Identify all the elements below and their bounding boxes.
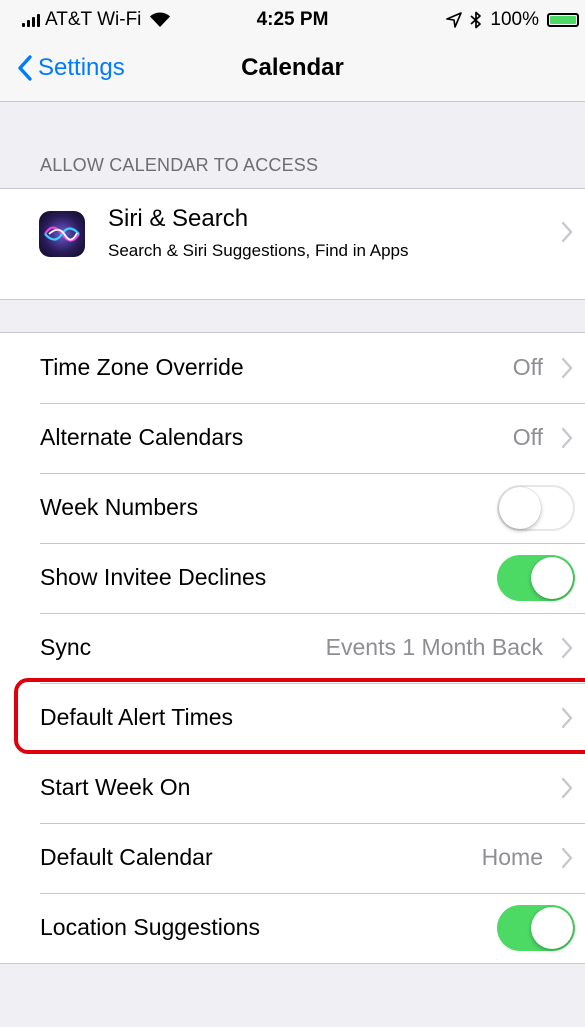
siri-search-title: Siri & Search bbox=[108, 205, 249, 232]
row-label: Default Alert Times bbox=[40, 704, 234, 730]
toggle-knob bbox=[531, 557, 573, 599]
week-numbers-row: Week Numbers bbox=[0, 473, 585, 543]
battery-icon bbox=[547, 13, 579, 27]
row-value: Home bbox=[481, 844, 543, 870]
row-label: Location Suggestions bbox=[40, 914, 260, 940]
location-suggestions-row: Location Suggestions bbox=[0, 893, 585, 963]
bluetooth-icon bbox=[470, 11, 482, 29]
row-label: Default Calendar bbox=[40, 844, 213, 870]
battery-percent: 100% bbox=[490, 9, 539, 30]
location-icon bbox=[446, 12, 463, 28]
chevron-right-icon bbox=[561, 221, 573, 243]
row-label: Week Numbers bbox=[40, 494, 199, 520]
toggle-knob bbox=[531, 907, 573, 949]
toggle-knob bbox=[499, 487, 541, 529]
access-group: Siri & Search Search & Siri Suggestions,… bbox=[0, 188, 585, 300]
time-zone-override-row[interactable]: Time Zone Override Off bbox=[0, 333, 585, 403]
start-week-on-row[interactable]: Start Week On bbox=[0, 753, 585, 823]
row-label: Show Invitee Declines bbox=[40, 564, 267, 590]
siri-search-subtitle: Search & Siri Suggestions, Find in Apps bbox=[108, 241, 409, 260]
siri-search-row[interactable]: Siri & Search Search & Siri Suggestions,… bbox=[0, 189, 585, 299]
chevron-right-icon bbox=[561, 707, 573, 729]
row-value: Off bbox=[512, 424, 543, 450]
row-label: Time Zone Override bbox=[40, 354, 244, 380]
navigation-bar: Settings Calendar bbox=[0, 40, 585, 102]
location-suggestions-toggle[interactable] bbox=[497, 905, 575, 951]
chevron-right-icon bbox=[561, 847, 573, 869]
chevron-right-icon bbox=[561, 777, 573, 799]
siri-icon bbox=[39, 211, 85, 257]
row-label: Sync bbox=[40, 634, 92, 660]
status-bar: AT&T Wi-Fi 4:25 PM 100% bbox=[0, 0, 585, 40]
battery-fill bbox=[550, 16, 576, 24]
week-numbers-toggle[interactable] bbox=[497, 485, 575, 531]
chevron-right-icon bbox=[561, 357, 573, 379]
page-title: Calendar bbox=[241, 54, 344, 81]
sync-row[interactable]: Sync Events 1 Month Back bbox=[0, 613, 585, 683]
settings-group: Time Zone Override Off Alternate Calenda… bbox=[0, 332, 585, 964]
row-label: Start Week On bbox=[40, 774, 191, 800]
chevron-right-icon bbox=[561, 427, 573, 449]
default-calendar-row[interactable]: Default Calendar Home bbox=[0, 823, 585, 893]
section-header-access: ALLOW CALENDAR TO ACCESS bbox=[40, 155, 319, 175]
show-invitee-declines-toggle[interactable] bbox=[497, 555, 575, 601]
row-value: Off bbox=[512, 354, 543, 380]
chevron-right-icon bbox=[561, 637, 573, 659]
show-invitee-declines-row: Show Invitee Declines bbox=[0, 543, 585, 613]
alternate-calendars-row[interactable]: Alternate Calendars Off bbox=[0, 403, 585, 473]
default-alert-times-row[interactable]: Default Alert Times bbox=[0, 683, 585, 753]
status-right: 100% bbox=[446, 9, 579, 31]
row-value: Events 1 Month Back bbox=[325, 634, 543, 660]
row-label: Alternate Calendars bbox=[40, 424, 244, 450]
